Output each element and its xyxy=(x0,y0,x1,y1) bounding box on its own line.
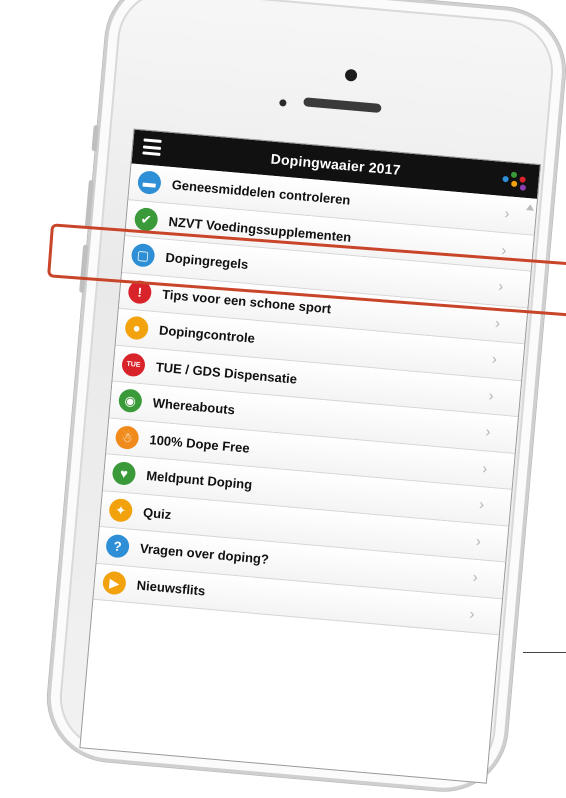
location-pin-icon: ◉ xyxy=(117,388,143,414)
menu-item-label: Vragen over doping? xyxy=(139,540,270,567)
megaphone-icon: ▶ xyxy=(101,570,127,596)
scroll-up-icon[interactable] xyxy=(525,204,535,211)
person-icon: ☃ xyxy=(114,424,140,450)
chevron-right-icon: › xyxy=(478,496,485,514)
phone-mockup: Dopingwaaier 2017 ▬ Geneesmiddelen contro… xyxy=(0,0,566,797)
mute-switch xyxy=(91,125,99,152)
chevron-right-icon: › xyxy=(484,423,492,441)
chevron-right-icon: › xyxy=(475,532,482,550)
chevron-right-icon: › xyxy=(503,205,511,223)
pill-icon: ▬ xyxy=(136,170,162,196)
app-screen: Dopingwaaier 2017 ▬ Geneesmiddelen contro… xyxy=(79,128,542,784)
menu-item-label: Meldpunt Doping xyxy=(145,467,253,493)
menu-item-label: Whereabouts xyxy=(152,395,236,418)
chevron-right-icon: › xyxy=(494,314,501,332)
menu-item-label: Geneesmiddelen controleren xyxy=(171,177,351,208)
volume-up-button xyxy=(84,179,94,229)
menu-item-label: Quiz xyxy=(142,504,172,522)
tue-gds-icon: TUE xyxy=(121,351,146,377)
chevron-right-icon: › xyxy=(491,350,498,368)
front-camera-icon xyxy=(344,68,358,82)
menu-item-label: Dopingcontrole xyxy=(158,322,256,346)
sensor-icon xyxy=(279,99,287,107)
dots-logo-icon xyxy=(502,169,530,191)
drop-icon: ● xyxy=(124,315,150,341)
chevron-right-icon: › xyxy=(472,568,479,587)
question-icon: ? xyxy=(105,533,131,559)
puzzle-icon: ✦ xyxy=(108,497,134,523)
chevron-right-icon: › xyxy=(487,386,495,405)
menu-item-label: Nieuwsflits xyxy=(136,577,206,598)
chevron-right-icon: › xyxy=(481,459,489,478)
checkmark-icon: ✔ xyxy=(133,206,159,232)
handshake-icon: ♥ xyxy=(111,461,137,486)
phone-frame: Dopingwaaier 2017 ▬ Geneesmiddelen contro… xyxy=(42,0,566,797)
chevron-right-icon: › xyxy=(468,605,476,623)
earpiece-speaker xyxy=(303,97,382,113)
decorative-line xyxy=(523,652,566,653)
menu-item-label: 100% Dope Free xyxy=(148,431,251,456)
menu-item-label: TUE / GDS Dispensatie xyxy=(155,358,298,387)
